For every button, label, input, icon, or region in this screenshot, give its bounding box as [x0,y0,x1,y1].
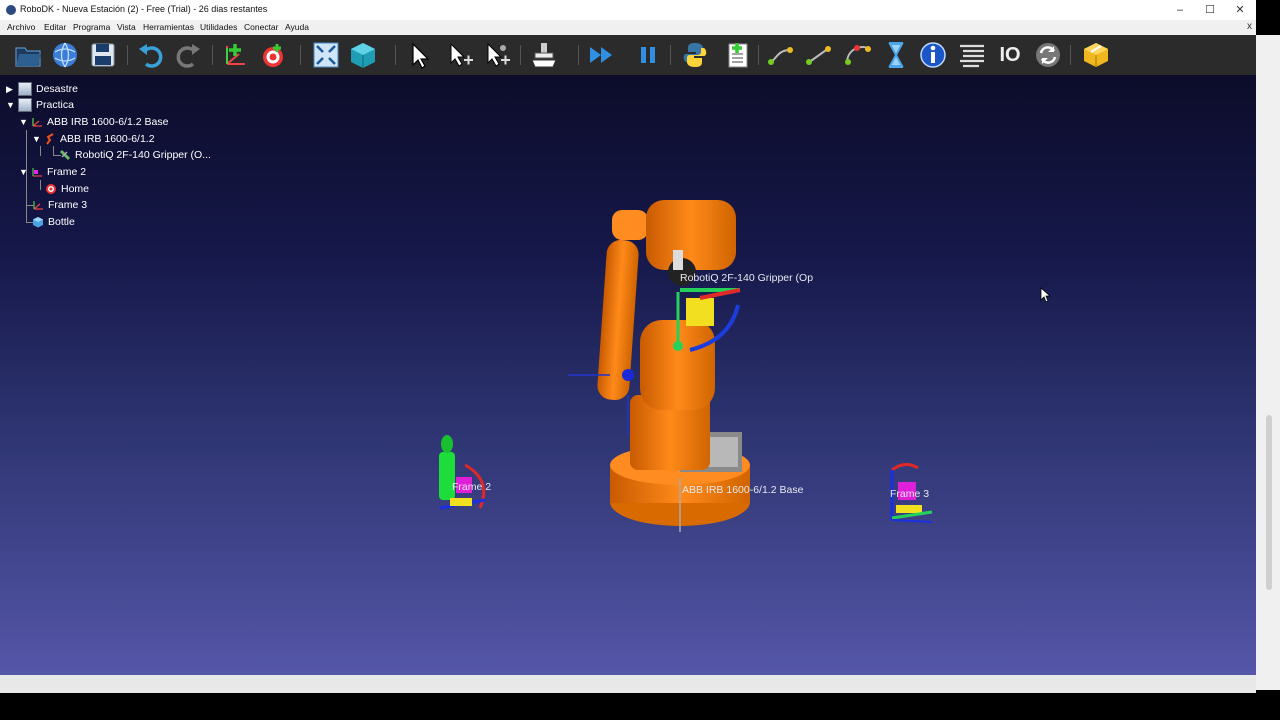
menu-utilidades[interactable]: Utilidades [200,22,237,32]
station-icon [18,82,32,96]
expand-arrow-icon[interactable]: ▶ [6,84,18,95]
tree-item-home[interactable]: Home [45,181,89,197]
tree-item-bottle[interactable]: Bottle [32,214,75,230]
tree-item-frame-2[interactable]: ▼ Frame 2 [19,164,86,180]
sync-icon[interactable] [1032,39,1064,71]
add-program-icon[interactable] [722,39,754,71]
add-reference-frame-icon[interactable] [220,39,252,71]
station-icon [18,98,32,112]
undo-icon[interactable] [135,39,167,71]
menu-programa[interactable]: Programa [73,22,110,32]
vertical-scrollbar[interactable] [1256,35,1280,690]
open-folder-icon[interactable] [12,39,44,71]
add-target-icon[interactable] [257,39,289,71]
pause-icon[interactable] [632,39,664,71]
object-icon [32,216,44,228]
close-button[interactable]: ✕ [1226,2,1254,18]
gripper-3d-label: RobotiQ 2F-140 Gripper (Op [680,272,814,284]
target-icon [45,183,57,195]
frame-2-3d[interactable] [430,430,500,520]
frame-2-3d-label: Frame 2 [452,481,492,493]
info-icon[interactable] [917,39,949,71]
move-tool-pointer-icon[interactable] [480,39,512,71]
tree-item-frame-3[interactable]: Frame 3 [32,197,87,213]
io-label: IO [999,43,1021,66]
collapse-arrow-icon[interactable]: ▼ [19,117,31,127]
reference-frame-icon [31,116,43,128]
collapse-arrow-icon[interactable]: ▼ [19,167,31,177]
pause-instruction-icon[interactable] [880,39,912,71]
tree-item-label: Practica [36,99,74,111]
bottom-bar [0,693,1280,720]
menu-herramientas[interactable]: Herramientas [143,22,194,32]
tree-item-gripper[interactable]: RobotiQ 2F-140 Gripper (O... [59,147,211,163]
tree-item-label: Desastre [36,83,79,95]
fit-all-icon[interactable] [310,39,342,71]
package-icon[interactable] [1080,39,1112,71]
frame-3-3d-label: Frame 3 [890,488,930,500]
minimize-button[interactable]: – [1166,2,1194,18]
reference-frame-icon [31,166,43,178]
tool-icon [59,149,71,161]
scroll-top-area [1256,0,1280,35]
save-icon[interactable] [87,39,119,71]
menu-bar: Archivo Editar Programa Vista Herramient… [0,20,1256,35]
robot-icon [44,133,56,145]
scrollbar-thumb[interactable] [1266,415,1272,590]
online-library-icon[interactable] [49,39,81,71]
menu-editar[interactable]: Editar [44,22,66,32]
mouse-cursor-icon [1040,287,1052,303]
tree-item-label: Bottle [48,216,75,228]
tree-item-label: ABB IRB 1600-6/1.2 [60,133,155,145]
tree-item-label: Frame 2 [47,166,87,178]
redo-icon[interactable] [172,39,204,71]
io-instruction-button[interactable]: IO [994,39,1026,71]
reference-frame-icon [32,199,44,211]
collapse-arrow-icon[interactable]: ▼ [32,134,44,144]
3d-viewport[interactable]: ▶ Desastre ▼ Practica ▼ ABB IRB 1600-6/1… [0,75,1256,675]
menu-vista[interactable]: Vista [117,22,136,32]
menu-archivo[interactable]: Archivo [7,22,35,32]
view-cube-icon[interactable] [347,39,379,71]
move-frame-pointer-icon[interactable] [443,39,475,71]
robodk-app-icon [6,5,16,15]
tree-item-robot[interactable]: ▼ ABB IRB 1600-6/1.2 [32,131,155,147]
collapse-arrow-icon[interactable]: ▼ [6,100,18,110]
tree-item-label: ABB IRB 1600-6/1.2 Base [47,116,169,128]
main-toolbar: IO [0,35,1256,75]
select-pointer-icon[interactable] [403,39,435,71]
python-program-icon[interactable] [679,39,711,71]
tree-item-practica[interactable]: ▼ Practica [6,97,74,113]
program-instructions-icon[interactable] [956,39,988,71]
close-station-button[interactable]: x [1247,21,1252,32]
teach-target-icon[interactable] [528,39,560,71]
title-bar: RoboDK - Nueva Estación (2) - Free (Tria… [0,0,1256,21]
maximize-button[interactable]: ☐ [1196,2,1224,18]
run-program-icon[interactable] [585,39,617,71]
robot-base-3d-label: ABB IRB 1600-6/1.2 Base [682,484,804,496]
tree-item-label: Frame 3 [48,199,88,211]
move-circular-icon[interactable] [842,39,874,71]
tree-item-robot-base[interactable]: ▼ ABB IRB 1600-6/1.2 Base [19,114,168,130]
window-title: RoboDK - Nueva Estación (2) - Free (Tria… [20,4,268,14]
status-bar [0,675,1256,693]
move-linear-icon[interactable] [803,39,835,71]
tree-item-label: RobotiQ 2F-140 Gripper (O... [75,149,211,161]
menu-ayuda[interactable]: Ayuda [285,22,309,32]
tree-item-desastre[interactable]: ▶ Desastre [6,81,78,97]
menu-conectar[interactable]: Conectar [244,22,279,32]
tree-item-label: Home [61,183,90,195]
move-joint-icon[interactable] [765,39,797,71]
